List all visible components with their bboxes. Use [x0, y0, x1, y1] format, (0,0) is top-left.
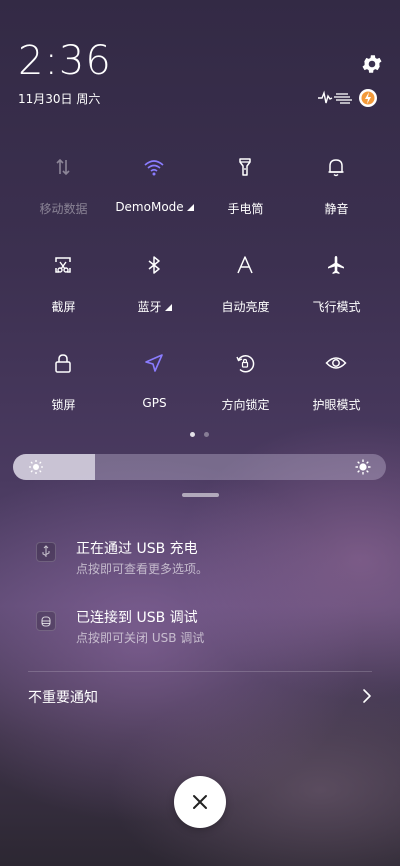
tile-label-row: 蓝牙 — [109, 298, 200, 315]
sun-small-icon — [29, 460, 43, 474]
airplane-icon — [328, 256, 344, 274]
notification-subtitle: 点按即可关闭 USB 调试 — [76, 631, 205, 645]
page-dot — [204, 432, 209, 437]
battery-charging-icon — [359, 89, 377, 107]
clock: 2:36 — [18, 38, 112, 84]
tile-airplane[interactable]: 飞行模式 — [291, 246, 382, 326]
tile-label: 飞行模式 — [312, 300, 361, 314]
tile-eye-care[interactable]: 护眼模式 — [291, 344, 382, 424]
flashlight-icon — [239, 158, 251, 176]
notification-usb-debugging[interactable]: 已连接到 USB 调试 点按即可关闭 USB 调试 — [36, 607, 376, 651]
auto-brightness-icon — [237, 256, 253, 274]
divider — [28, 671, 372, 672]
clear-all-button[interactable] — [174, 776, 226, 828]
tile-label: GPS — [142, 396, 167, 410]
tile-label: 静音 — [324, 202, 349, 216]
tile-label: 护眼模式 — [312, 398, 361, 412]
tile-label: 手电筒 — [227, 202, 264, 216]
tile-label: 自动亮度 — [221, 300, 270, 314]
tile-mobile-data[interactable]: 移动数据 — [18, 148, 109, 228]
page-dot-active — [190, 432, 195, 437]
date: 11月30日 周六 — [18, 92, 101, 106]
lock-icon — [55, 354, 71, 373]
bluetooth-icon — [148, 256, 160, 274]
brightness-slider[interactable] — [13, 454, 386, 480]
tile-label: 方向锁定 — [221, 398, 270, 412]
screenshot-scissors-icon — [55, 257, 71, 273]
tile-label-row: DemoMode — [109, 200, 200, 214]
sun-large-icon — [355, 459, 371, 475]
signal-wave-icon — [318, 90, 333, 104]
brightness-fill — [13, 454, 96, 480]
mobile-data-icon — [56, 158, 70, 176]
submenu-triangle-icon — [186, 204, 194, 211]
gear-icon[interactable] — [360, 52, 384, 76]
notification-subtitle: 点按即可查看更多选项。 — [76, 562, 209, 576]
tile-auto-brightness[interactable]: 自动亮度 — [200, 246, 291, 326]
drag-handle[interactable] — [182, 493, 219, 497]
debug-bug-icon — [36, 611, 56, 631]
page-indicator — [190, 432, 220, 440]
tile-label: 截屏 — [51, 300, 76, 314]
tile-label: 移动数据 — [39, 202, 88, 216]
tile-label: 锁屏 — [51, 398, 76, 412]
tile-bluetooth[interactable]: 蓝牙 — [109, 246, 200, 326]
location-arrow-icon — [145, 354, 163, 372]
unimportant-notifications-link[interactable]: 不重要通知 — [28, 687, 98, 707]
tile-flashlight[interactable]: 手电筒 — [200, 148, 291, 228]
usb-icon — [36, 542, 56, 562]
rotation-lock-icon — [236, 355, 255, 373]
notification-title: 已连接到 USB 调试 — [76, 610, 198, 626]
tile-label: 蓝牙 — [137, 300, 162, 314]
tile-screenshot[interactable]: 截屏 — [18, 246, 109, 326]
notification-title: 正在通过 USB 充电 — [76, 541, 198, 557]
tile-label: DemoMode — [115, 200, 184, 214]
tile-gps[interactable]: GPS — [109, 344, 200, 424]
chevron-right-icon[interactable] — [360, 688, 374, 704]
tile-rotation-lock[interactable]: 方向锁定 — [200, 344, 291, 424]
tile-wifi[interactable]: DemoMode — [109, 148, 200, 228]
eye-icon — [325, 357, 347, 369]
tile-silent[interactable]: 静音 — [291, 148, 382, 228]
speed-lines-icon — [334, 93, 352, 104]
notification-usb-charging[interactable]: 正在通过 USB 充电 点按即可查看更多选项。 — [36, 538, 376, 582]
wifi-icon — [144, 160, 164, 176]
submenu-triangle-icon — [164, 304, 172, 311]
status-icons — [318, 89, 377, 107]
bell-icon — [328, 159, 344, 177]
tile-lock-screen[interactable]: 锁屏 — [18, 344, 109, 424]
close-icon — [193, 795, 207, 809]
